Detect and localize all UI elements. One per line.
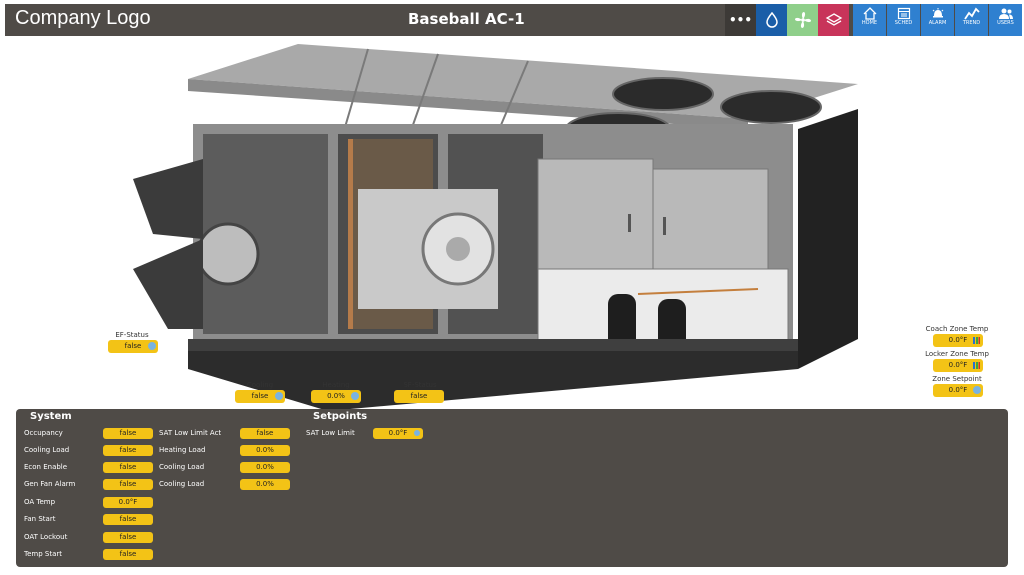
- cooling-load-2-value[interactable]: 0.0%: [240, 462, 290, 473]
- zone-setpoint-value[interactable]: 0.0°F: [933, 384, 983, 397]
- gen-fan-alarm-label: Gen Fan Alarm: [24, 480, 76, 488]
- locker-zone-text: 0.0°F: [948, 361, 968, 369]
- alarm-icon: [932, 8, 943, 18]
- sat-low-limit-act-label: SAT Low Limit Act: [159, 429, 222, 437]
- sat-low-limit-act-value[interactable]: false: [240, 428, 290, 439]
- zone-setpoint-text: 0.0°F: [948, 386, 968, 394]
- ef-status-label: EF-Status: [115, 331, 149, 339]
- fan-button[interactable]: [787, 4, 818, 36]
- search-icon: [973, 386, 981, 394]
- page-title: Baseball AC-1: [408, 10, 525, 28]
- coach-zone-text: 0.0°F: [948, 336, 968, 344]
- search-icon: [414, 430, 420, 436]
- calendar-icon: [897, 7, 910, 20]
- oat-lockout-value[interactable]: false: [103, 532, 153, 543]
- fan-icon: [794, 12, 811, 28]
- sf-status-text: false: [410, 392, 428, 400]
- heating-value[interactable]: 0.0%: [311, 390, 361, 403]
- setpoints-title: Setpoints: [313, 411, 368, 422]
- locker-zone-label: Locker Zone Temp: [925, 350, 989, 358]
- nav-users[interactable]: USERS: [989, 4, 1022, 36]
- econ-enable-value[interactable]: false: [103, 462, 153, 473]
- nav-users-label: USERS: [997, 20, 1014, 26]
- layers-button[interactable]: [818, 4, 849, 36]
- oa-temp-label: OA Temp: [24, 498, 56, 506]
- heating-load-label: Heating Load: [159, 446, 206, 454]
- occupancy-label: Occupancy: [24, 429, 63, 437]
- users-icon: [998, 8, 1013, 19]
- gear-icon: [148, 342, 156, 350]
- oa-temp-value[interactable]: 0.0°F: [103, 497, 153, 508]
- fan-start-value[interactable]: false: [103, 514, 153, 525]
- cooling-load-3-value[interactable]: 0.0%: [240, 479, 290, 490]
- sat-low-limit-text: 0.0°F: [388, 429, 408, 437]
- nav-alarm-label: ALARM: [928, 20, 947, 26]
- company-logo: Company Logo: [15, 7, 151, 29]
- layers-icon: [825, 13, 842, 26]
- cooling-label: Cooling: [246, 381, 274, 389]
- system-title: System: [30, 411, 72, 422]
- header-bar: Company Logo Baseball AC-1 ••• HOME SCHE…: [5, 4, 1022, 36]
- occupancy-value[interactable]: false: [103, 428, 153, 439]
- gear-icon: [275, 392, 283, 400]
- cooling-load-3-label: Cooling Load: [159, 480, 205, 488]
- water-drop-icon: [765, 12, 778, 28]
- sf-status-value[interactable]: false: [394, 390, 444, 403]
- nav-home-label: HOME: [861, 20, 878, 26]
- temp-start-value[interactable]: false: [103, 549, 153, 560]
- air-handler-unit-image: [133, 44, 858, 411]
- nav-home[interactable]: HOME: [853, 4, 886, 36]
- nav-sched[interactable]: SCHED: [887, 4, 920, 36]
- econ-enable-label: Econ Enable: [24, 463, 68, 471]
- zone-setpoint-label: Zone Setpoint: [932, 375, 982, 383]
- gear-icon: [351, 392, 359, 400]
- coach-zone-label: Coach Zone Temp: [925, 325, 989, 333]
- cooling-value[interactable]: false: [235, 390, 285, 403]
- more-icon: •••: [728, 13, 752, 27]
- nav-trend[interactable]: TREND: [955, 4, 988, 36]
- bottom-panel: System Setpoints Occupancy false Cooling…: [16, 409, 1008, 567]
- cooling-text: false: [251, 392, 269, 400]
- temp-start-label: Temp Start: [24, 550, 62, 558]
- cooling-load-label: Cooling Load: [24, 446, 70, 454]
- locker-zone-value[interactable]: 0.0°F: [933, 359, 983, 372]
- trend-icon: [963, 7, 980, 20]
- more-menu-button[interactable]: •••: [725, 4, 756, 36]
- home-icon: [863, 7, 876, 20]
- coach-zone-value[interactable]: 0.0°F: [933, 334, 983, 347]
- bar-chart-icon: [973, 337, 980, 344]
- nav-alarm[interactable]: ALARM: [921, 4, 954, 36]
- fan-start-label: Fan Start: [24, 515, 56, 523]
- cooling-load-value[interactable]: false: [103, 445, 153, 456]
- ef-status-text: false: [124, 342, 142, 350]
- ef-status-value[interactable]: false: [108, 340, 158, 353]
- heating-text: 0.0%: [327, 392, 345, 400]
- water-button[interactable]: [756, 4, 787, 36]
- sf-status-label: SF-Status: [403, 381, 437, 389]
- heating-label: Heating: [322, 381, 350, 389]
- cooling-load-2-label: Cooling Load: [159, 463, 205, 471]
- nav-trend-label: TREND: [962, 20, 981, 26]
- oat-lockout-label: OAT Lockout: [24, 533, 68, 541]
- heating-load-value[interactable]: 0.0%: [240, 445, 290, 456]
- bar-chart-icon: [973, 362, 980, 369]
- gen-fan-alarm-value[interactable]: false: [103, 479, 153, 490]
- sat-low-limit-label: SAT Low Limit: [306, 429, 355, 437]
- nav-sched-label: SCHED: [894, 20, 913, 26]
- sat-low-limit-value[interactable]: 0.0°F: [373, 428, 423, 439]
